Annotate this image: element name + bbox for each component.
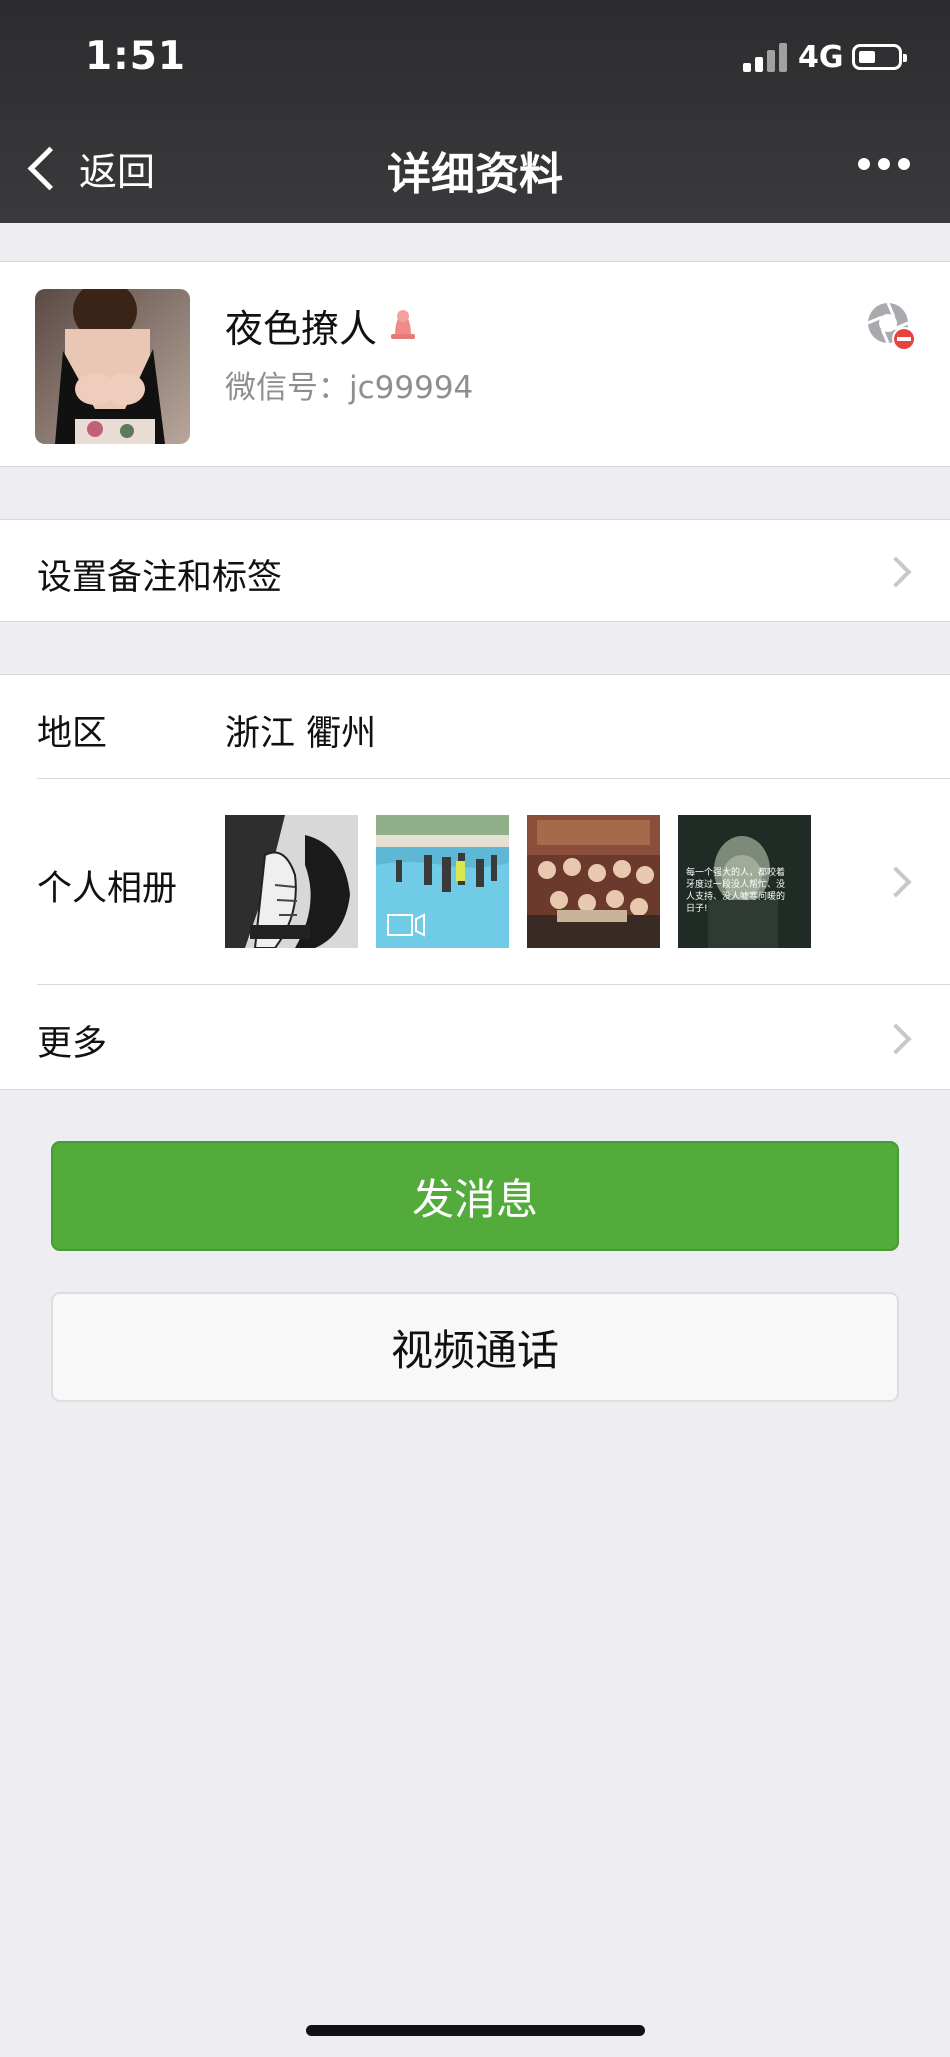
wechat-id: 微信号：jc99994 [225, 370, 474, 406]
album-thumbnail-video[interactable] [376, 815, 509, 948]
video-call-button[interactable]: 视频通话 [51, 1292, 899, 1402]
album-thumbnail[interactable] [527, 815, 660, 948]
page-title: 详细资料 [387, 149, 563, 200]
avatar[interactable] [35, 289, 190, 444]
more-options-icon[interactable] [858, 158, 910, 170]
svg-text:每一个强大的人，都咬着: 每一个强大的人，都咬着 [686, 866, 785, 878]
remark-label: 设置备注和标签 [37, 558, 283, 598]
divider [0, 674, 950, 675]
signal-icon [743, 42, 788, 72]
home-indicator[interactable] [306, 2025, 645, 2036]
profile-name: 夜色撩人 [225, 307, 378, 351]
divider [0, 466, 950, 467]
network-type: 4G [798, 40, 844, 75]
send-message-button[interactable]: 发消息 [51, 1141, 899, 1251]
divider [0, 621, 950, 622]
album-thumbnail-quote[interactable]: 每一个强大的人，都咬着 牙度过一段没人帮忙、没 人支持、没人嘘寒问暖的 日子! [678, 815, 811, 948]
divider [0, 519, 950, 520]
svg-text:牙度过一段没人帮忙、没: 牙度过一段没人帮忙、没 [686, 878, 785, 890]
divider [0, 1089, 950, 1090]
svg-text:日子!: 日子! [686, 903, 708, 914]
top-bar: 1:51 4G 返回 详细资料 [0, 0, 950, 223]
album-thumbnail[interactable] [225, 815, 358, 948]
battery-icon [852, 44, 907, 70]
region-label: 地区 [37, 714, 108, 754]
more-row[interactable] [0, 985, 950, 1089]
region-value: 浙江 衢州 [225, 714, 377, 754]
divider [0, 261, 950, 262]
moments-blocked-icon[interactable] [866, 301, 918, 353]
album-label: 个人相册 [37, 869, 178, 909]
female-gender-icon [391, 310, 415, 339]
more-label: 更多 [37, 1024, 108, 1064]
svg-text:人支持、没人嘘寒问暖的: 人支持、没人嘘寒问暖的 [686, 890, 785, 902]
status-time: 1:51 [85, 34, 187, 79]
